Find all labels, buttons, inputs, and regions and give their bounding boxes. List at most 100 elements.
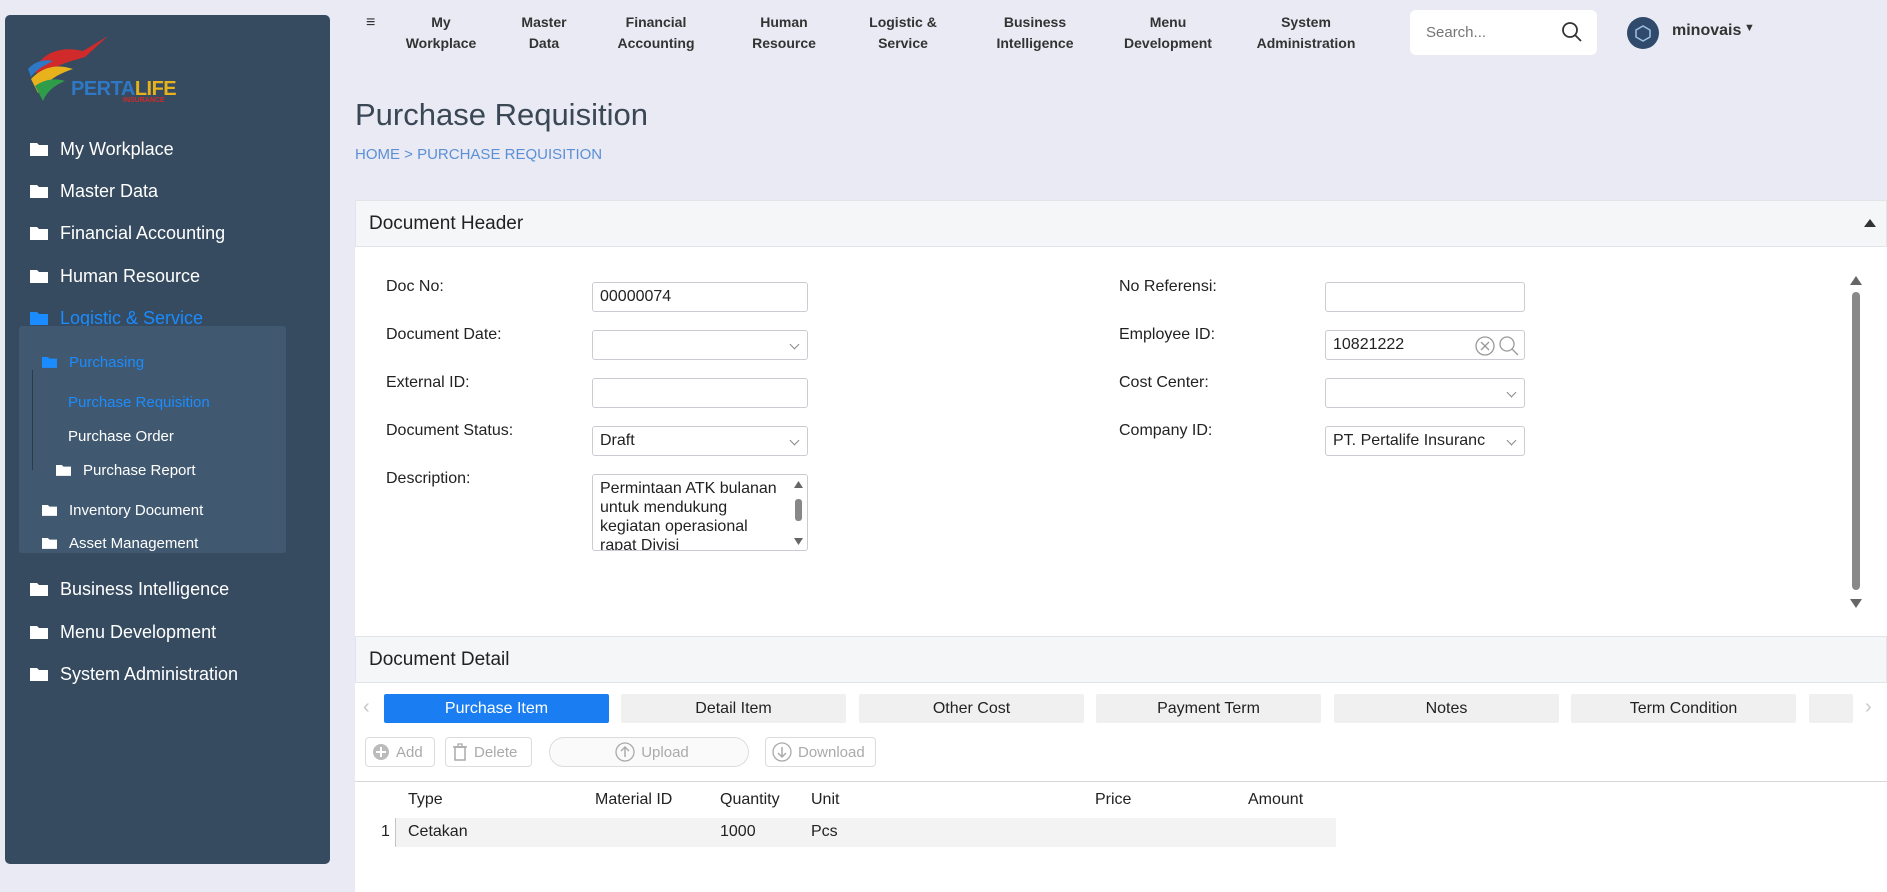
sidebar-item-financial-accounting[interactable]: Financial Accounting	[30, 218, 225, 248]
tab-other-cost[interactable]: Other Cost	[859, 694, 1084, 723]
upload-button[interactable]: Upload	[549, 737, 749, 767]
column-header-material-id[interactable]: Material ID	[595, 791, 672, 809]
sidebar-item-business-intelligence[interactable]: Business Intelligence	[30, 574, 229, 604]
chevron-down-icon[interactable]: ▼	[1744, 22, 1755, 34]
no-referensi-field[interactable]	[1325, 282, 1525, 312]
sidebar-item-master-data[interactable]: Master Data	[30, 176, 158, 206]
column-header-quantity[interactable]: Quantity	[720, 791, 780, 809]
search-input[interactable]	[1426, 24, 1556, 41]
cell-unit[interactable]: Pcs	[811, 823, 838, 841]
topnav-my-workplace[interactable]: My Workplace	[398, 12, 484, 54]
tab-term-condition[interactable]: Term Condition	[1571, 694, 1796, 723]
sidebar-item-label: My Workplace	[60, 138, 174, 159]
topnav-menu-development[interactable]: Menu Development	[1118, 12, 1218, 54]
topnav-label: Administration	[1256, 35, 1356, 51]
company-id-select[interactable]: PT. Pertalife Insuranc	[1325, 426, 1525, 456]
external-id-field[interactable]	[592, 378, 808, 408]
sidebar-item-label: Purchasing	[69, 353, 145, 371]
form-scrollbar[interactable]	[1850, 275, 1862, 610]
description-textarea[interactable]: Permintaan ATK bulanan untuk mendukung k…	[592, 474, 808, 551]
avatar[interactable]	[1627, 17, 1659, 49]
download-button[interactable]: Download	[765, 737, 876, 767]
sidebar-item-label: Purchase Order	[68, 427, 174, 445]
employee-id-actions	[1474, 335, 1520, 357]
user-avatar-icon	[1635, 25, 1651, 42]
topnav-label: Master	[521, 14, 567, 30]
topnav-financial-accounting[interactable]: Financial Accounting	[608, 12, 704, 54]
sidebar-item-menu-development[interactable]: Menu Development	[30, 617, 216, 647]
tab-scroll-right-icon[interactable]: ›	[1865, 696, 1872, 719]
textarea-scrollbar[interactable]	[793, 479, 804, 547]
description-text: Permintaan ATK bulanan untuk mendukung k…	[600, 480, 777, 551]
doc-no-label: Doc No:	[386, 278, 444, 295]
sidebar-item-purchase-report[interactable]: Purchase Report	[56, 459, 196, 481]
topnav-label: Menu	[1149, 14, 1187, 30]
topnav-label: System	[1281, 14, 1331, 30]
sidebar-item-purchase-requisition[interactable]: Purchase Requisition	[68, 391, 210, 413]
download-label: Download	[798, 743, 865, 761]
column-header-unit[interactable]: Unit	[811, 791, 839, 809]
topnav-human-resource[interactable]: Human Resource	[740, 12, 828, 54]
folder-icon	[42, 357, 57, 368]
doc-no-field[interactable]: 00000074	[592, 282, 808, 312]
employee-id-field[interactable]: 10821222	[1325, 330, 1525, 360]
document-status-select[interactable]: Draft	[592, 426, 808, 456]
company-id-label: Company ID:	[1119, 422, 1213, 439]
breadcrumb[interactable]: HOME > PURCHASE REQUISITION	[355, 146, 602, 163]
add-button[interactable]: Add	[365, 737, 435, 767]
sidebar-item-purchase-order[interactable]: Purchase Order	[68, 425, 174, 447]
tab-overflow[interactable]	[1809, 694, 1853, 723]
sidebar-item-label: Financial Accounting	[60, 222, 226, 243]
topnav-label: My	[431, 14, 451, 30]
sidebar-item-my-workplace[interactable]: My Workplace	[30, 134, 174, 164]
topnav-logistic-service[interactable]: Logistic & Service	[858, 12, 948, 54]
username[interactable]: minovais	[1672, 22, 1741, 40]
search-icon[interactable]	[1561, 21, 1583, 43]
topnav-master-data[interactable]: Master Data	[508, 12, 580, 54]
column-header-type[interactable]: Type	[408, 791, 443, 809]
folder-icon	[30, 185, 48, 198]
document-date-label: Document Date:	[386, 326, 502, 343]
employee-id-value: 10821222	[1333, 336, 1405, 353]
row-number-separator	[395, 818, 396, 847]
sidebar-item-asset-management[interactable]: Asset Management	[42, 532, 198, 554]
sidebar-item-label: System Administration	[60, 663, 239, 684]
delete-button[interactable]: Delete	[445, 737, 532, 767]
folder-icon	[30, 270, 48, 283]
table-row[interactable]	[395, 818, 1336, 847]
folder-icon	[30, 583, 48, 596]
cell-type[interactable]: Cetakan	[408, 823, 468, 841]
sidebar-item-purchasing[interactable]: Purchasing	[42, 351, 144, 373]
page-title: Purchase Requisition	[355, 97, 648, 132]
clear-icon[interactable]	[1474, 335, 1496, 357]
topnav-business-intelligence[interactable]: Business Intelligence	[985, 12, 1085, 54]
sidebar-item-system-administration[interactable]: System Administration	[30, 659, 238, 689]
topnav-label: Service	[878, 35, 928, 51]
folder-icon	[30, 626, 48, 639]
topnav-label: Development	[1124, 35, 1212, 51]
tab-purchase-item[interactable]: Purchase Item	[384, 694, 609, 723]
column-header-amount[interactable]: Amount	[1248, 791, 1303, 809]
document-header-panel: Document Header	[355, 200, 1887, 247]
folder-icon	[56, 465, 71, 476]
column-header-price[interactable]: Price	[1095, 791, 1131, 809]
document-date-field[interactable]	[592, 330, 808, 360]
company-logo[interactable]: PERTALIFE INSURANCE	[23, 31, 183, 104]
tab-payment-term[interactable]: Payment Term	[1096, 694, 1321, 723]
topnav-system-administration[interactable]: System Administration	[1250, 12, 1362, 54]
topnav-label: Human	[760, 14, 808, 30]
sidebar-item-human-resource[interactable]: Human Resource	[30, 261, 200, 291]
cost-center-select[interactable]	[1325, 378, 1525, 408]
employee-id-label: Employee ID:	[1119, 326, 1216, 343]
tab-scroll-left-icon[interactable]: ‹	[363, 696, 370, 719]
lookup-search-icon[interactable]	[1498, 335, 1520, 357]
collapse-icon[interactable]	[1864, 219, 1876, 227]
tab-notes[interactable]: Notes	[1334, 694, 1559, 723]
sidebar-item-label: Business Intelligence	[60, 578, 230, 599]
topnav-label: Logistic &	[869, 14, 937, 30]
cell-quantity[interactable]: 1000	[720, 823, 756, 841]
hamburger-menu-icon[interactable]: ≡	[366, 14, 375, 32]
topnav-label: Data	[528, 35, 560, 51]
sidebar-item-inventory-document[interactable]: Inventory Document	[42, 499, 203, 521]
tab-detail-item[interactable]: Detail Item	[621, 694, 846, 723]
